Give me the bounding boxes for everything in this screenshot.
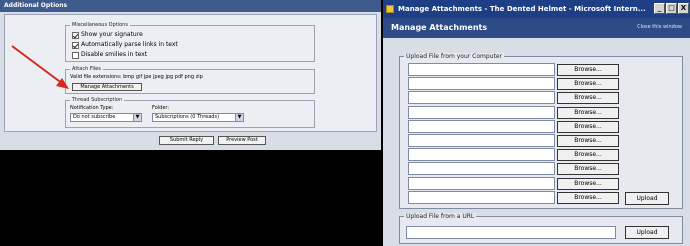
browse-button[interactable]: Browse... <box>557 64 619 76</box>
misc-options-legend: Miscellaneous Options <box>70 22 130 29</box>
browse-button[interactable]: Browse... <box>557 177 619 190</box>
chevron-down-icon: ▼ <box>235 114 243 121</box>
file-path-input[interactable] <box>408 176 555 190</box>
file-path-input[interactable] <box>408 162 555 176</box>
parse-links-label: Automatically parse links in text <box>81 41 178 48</box>
browse-button[interactable]: Browse... <box>557 149 619 162</box>
additional-options-body: Miscellaneous Options Show your signatur… <box>4 14 377 132</box>
close-button[interactable]: X <box>678 3 689 14</box>
option-show-signature[interactable]: Show your signature <box>72 31 143 39</box>
file-row: Browse... <box>408 105 619 119</box>
upload-from-url-legend: Upload File from a URL <box>404 213 477 220</box>
ie-window-icon <box>386 5 394 13</box>
option-disable-smilies[interactable]: Disable smilies in text <box>72 51 147 59</box>
show-signature-checkbox[interactable] <box>72 31 79 39</box>
file-path-input[interactable] <box>408 77 555 91</box>
folder-label: Folder: <box>152 105 170 111</box>
window-title: Manage Attachments - The Dented Helmet -… <box>398 5 646 13</box>
browse-button[interactable]: Browse... <box>557 120 619 133</box>
file-row: Browse... <box>408 77 619 91</box>
file-path-input[interactable] <box>408 134 555 147</box>
additional-options-header: Additional Options <box>0 0 381 12</box>
file-row: Browse... <box>408 176 619 190</box>
manage-attachments-window: Manage Attachments - The Dented Helmet -… <box>383 0 690 246</box>
upload-from-computer-group: Upload File from your Computer Browse...… <box>399 53 683 209</box>
file-row: Browse... <box>408 134 619 147</box>
preview-post-button[interactable]: Preview Post <box>218 136 266 145</box>
additional-options-panel: Additional Options Miscellaneous Options… <box>0 0 381 150</box>
file-path-input[interactable] <box>408 148 555 162</box>
file-row: Browse... <box>408 63 619 76</box>
file-path-input[interactable] <box>408 91 555 105</box>
file-path-input[interactable] <box>408 105 555 119</box>
notification-type-select[interactable]: Do not subscribe ▼ <box>70 113 142 122</box>
valid-extensions-text: Valid file extensions: bmp gif jpe jpeg … <box>70 74 203 80</box>
close-window-link[interactable]: Close this window <box>637 24 682 30</box>
browse-button[interactable]: Browse... <box>557 163 619 176</box>
file-row: Browse... <box>408 148 619 162</box>
browse-button[interactable]: Browse... <box>557 92 619 105</box>
browse-button[interactable]: Browse... <box>557 191 619 204</box>
url-upload-button[interactable]: Upload <box>625 226 669 239</box>
option-parse-links[interactable]: Automatically parse links in text <box>72 41 178 49</box>
maximize-button[interactable]: □ <box>666 3 677 14</box>
file-row: Browse... <box>408 91 619 105</box>
minimize-button[interactable]: _ <box>654 3 665 14</box>
chevron-down-icon: ▼ <box>133 114 141 121</box>
show-signature-label: Show your signature <box>81 31 143 38</box>
manage-attachments-title: Manage Attachments <box>391 23 488 32</box>
url-input[interactable] <box>406 226 616 239</box>
browse-button[interactable]: Browse... <box>557 78 619 91</box>
upload-from-url-group: Upload File from a URL Upload <box>399 213 683 244</box>
attach-files-legend: Attach Files <box>70 66 103 73</box>
window-controls: _ □ X <box>654 3 689 14</box>
disable-smilies-checkbox[interactable] <box>72 51 79 59</box>
folder-value: Subscriptions (0 Threads) <box>155 114 220 120</box>
upload-from-computer-legend: Upload File from your Computer <box>404 53 504 60</box>
folder-select[interactable]: Subscriptions (0 Threads) ▼ <box>152 113 244 122</box>
attach-files-group: Attach Files Valid file extensions: bmp … <box>65 66 315 94</box>
browse-button[interactable]: Browse... <box>557 106 619 119</box>
file-row: Browse... <box>408 119 619 133</box>
thread-subscription-group: Thread Subscription Notification Type: D… <box>65 97 315 128</box>
thread-subscription-legend: Thread Subscription <box>70 97 125 104</box>
upload-button[interactable]: Upload <box>625 192 669 205</box>
disable-smilies-label: Disable smilies in text <box>81 51 148 58</box>
file-path-input[interactable] <box>408 119 555 133</box>
misc-options-group: Miscellaneous Options Show your signatur… <box>65 22 315 62</box>
window-titlebar: Manage Attachments - The Dented Helmet -… <box>383 0 690 18</box>
parse-links-checkbox[interactable] <box>72 41 79 49</box>
browse-button[interactable]: Browse... <box>557 135 619 147</box>
file-row: Browse... <box>408 162 619 176</box>
manage-attachments-button[interactable]: Manage Attachments <box>72 83 142 91</box>
manage-attachments-header: Manage Attachments Close this window <box>383 18 690 38</box>
file-path-input[interactable] <box>408 190 555 204</box>
file-row: Browse... <box>408 190 619 204</box>
file-path-input[interactable] <box>408 63 555 76</box>
submit-reply-button[interactable]: Submit Reply <box>159 136 214 145</box>
notification-type-label: Notification Type: <box>70 105 114 111</box>
notification-type-value: Do not subscribe <box>73 114 116 120</box>
